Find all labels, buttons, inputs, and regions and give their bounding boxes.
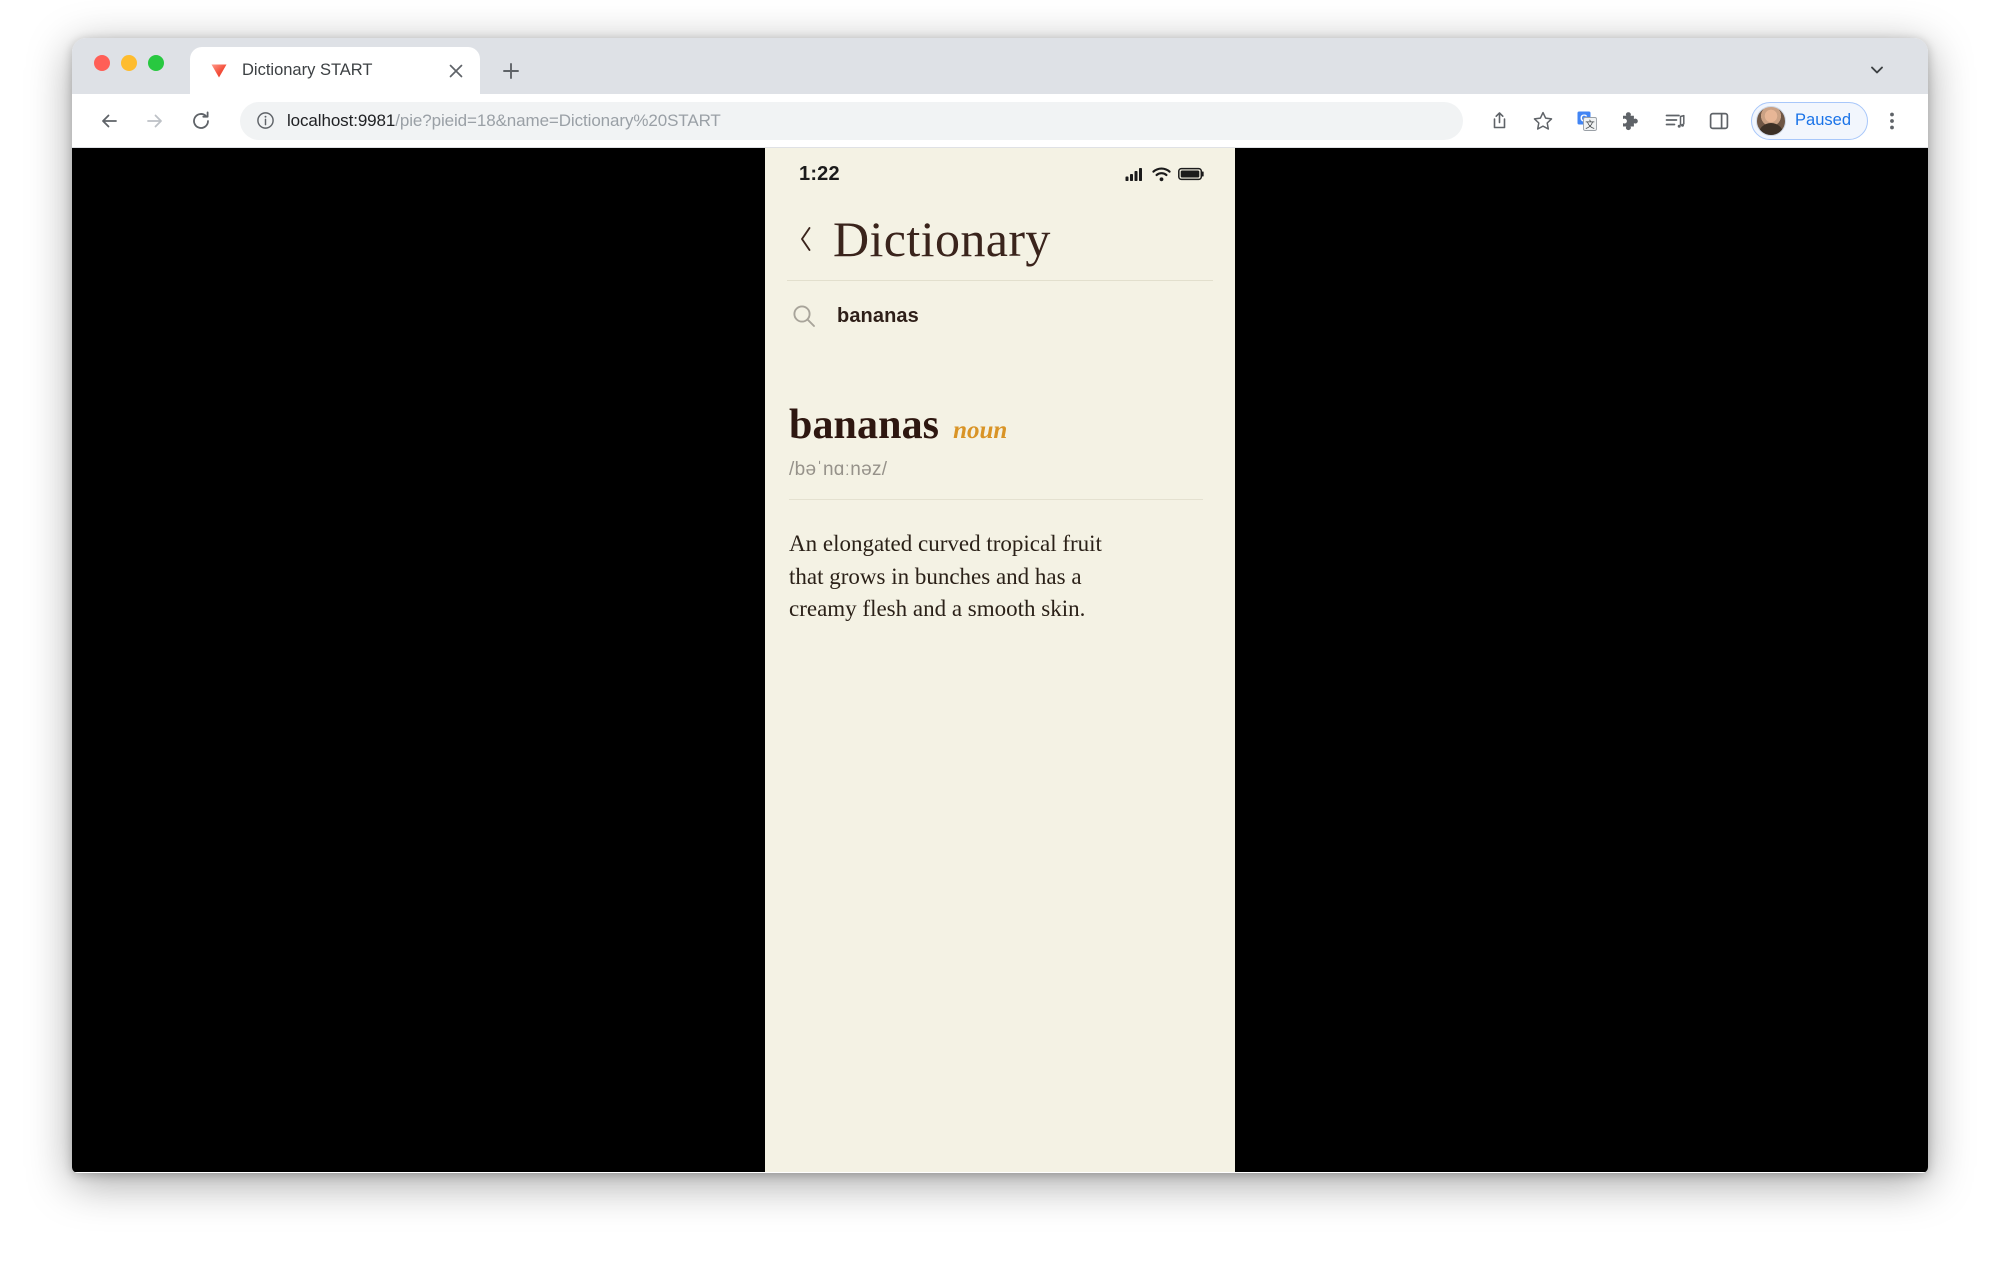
definition-text: An elongated curved tropical fruit that …	[789, 528, 1119, 626]
url-path: /pie?pieid=18&name=Dictionary%20START	[395, 111, 720, 130]
close-window-button[interactable]	[94, 55, 110, 71]
three-dot-menu-icon[interactable]	[1874, 101, 1910, 141]
search-field[interactable]: bananas	[765, 281, 1235, 329]
mobile-status-bar: 1:22	[765, 148, 1235, 194]
tab-strip: Dictionary START	[72, 38, 1928, 94]
entry-word: bananas	[789, 401, 939, 449]
cellular-signal-icon	[1125, 167, 1145, 182]
plus-icon[interactable]	[492, 52, 530, 90]
close-icon[interactable]	[444, 59, 468, 83]
search-input[interactable]: bananas	[837, 305, 919, 328]
search-icon	[791, 303, 817, 329]
star-icon[interactable]	[1523, 101, 1563, 141]
side-panel-icon[interactable]	[1699, 101, 1739, 141]
share-icon[interactable]	[1479, 101, 1519, 141]
entry-headline: bananas noun	[789, 401, 1207, 449]
puzzle-icon[interactable]	[1611, 101, 1651, 141]
address-bar-url: localhost:9981/pie?pieid=18&name=Diction…	[287, 111, 721, 131]
profile-chip[interactable]: Paused	[1751, 102, 1868, 140]
dictionary-entry: bananas noun /bəˈnɑːnəz/ An elongated cu…	[765, 329, 1235, 1172]
page-title: Dictionary	[833, 212, 1051, 266]
phonetic-transcription: /bəˈnɑːnəz/	[789, 459, 1207, 481]
minimize-window-button[interactable]	[121, 55, 137, 71]
window-controls	[94, 38, 164, 94]
app-header: Dictionary	[765, 194, 1235, 266]
browser-toolbar: localhost:9981/pie?pieid=18&name=Diction…	[72, 94, 1928, 148]
entry-divider	[789, 499, 1203, 500]
chevron-down-icon[interactable]	[1862, 55, 1892, 85]
browser-window: Dictionary START	[72, 38, 1928, 1173]
arrow-right-icon[interactable]	[134, 100, 176, 142]
address-bar[interactable]: localhost:9981/pie?pieid=18&name=Diction…	[240, 102, 1463, 140]
battery-full-icon	[1178, 167, 1205, 181]
avatar	[1756, 106, 1786, 136]
reload-icon[interactable]	[180, 100, 222, 142]
arrow-left-icon[interactable]	[88, 100, 130, 142]
browser-tab[interactable]: Dictionary START	[190, 47, 480, 94]
maximize-window-button[interactable]	[148, 55, 164, 71]
dictionary-app: 1:22	[765, 148, 1235, 1172]
part-of-speech-label: noun	[953, 417, 1007, 445]
pennant-icon	[208, 60, 230, 82]
svg-text:文: 文	[1585, 118, 1595, 130]
tab-title: Dictionary START	[242, 61, 432, 80]
chevron-left-icon[interactable]	[791, 217, 821, 261]
profile-status-label: Paused	[1795, 111, 1851, 130]
status-bar-indicators	[1125, 167, 1205, 182]
url-host: localhost:9981	[287, 111, 395, 130]
status-bar-time: 1:22	[799, 163, 840, 186]
info-circle-icon[interactable]	[256, 111, 275, 130]
page-viewport: 1:22	[72, 148, 1928, 1172]
wifi-icon	[1152, 167, 1171, 182]
google-translate-icon[interactable]: G 文	[1567, 101, 1607, 141]
reading-list-icon[interactable]	[1655, 101, 1695, 141]
